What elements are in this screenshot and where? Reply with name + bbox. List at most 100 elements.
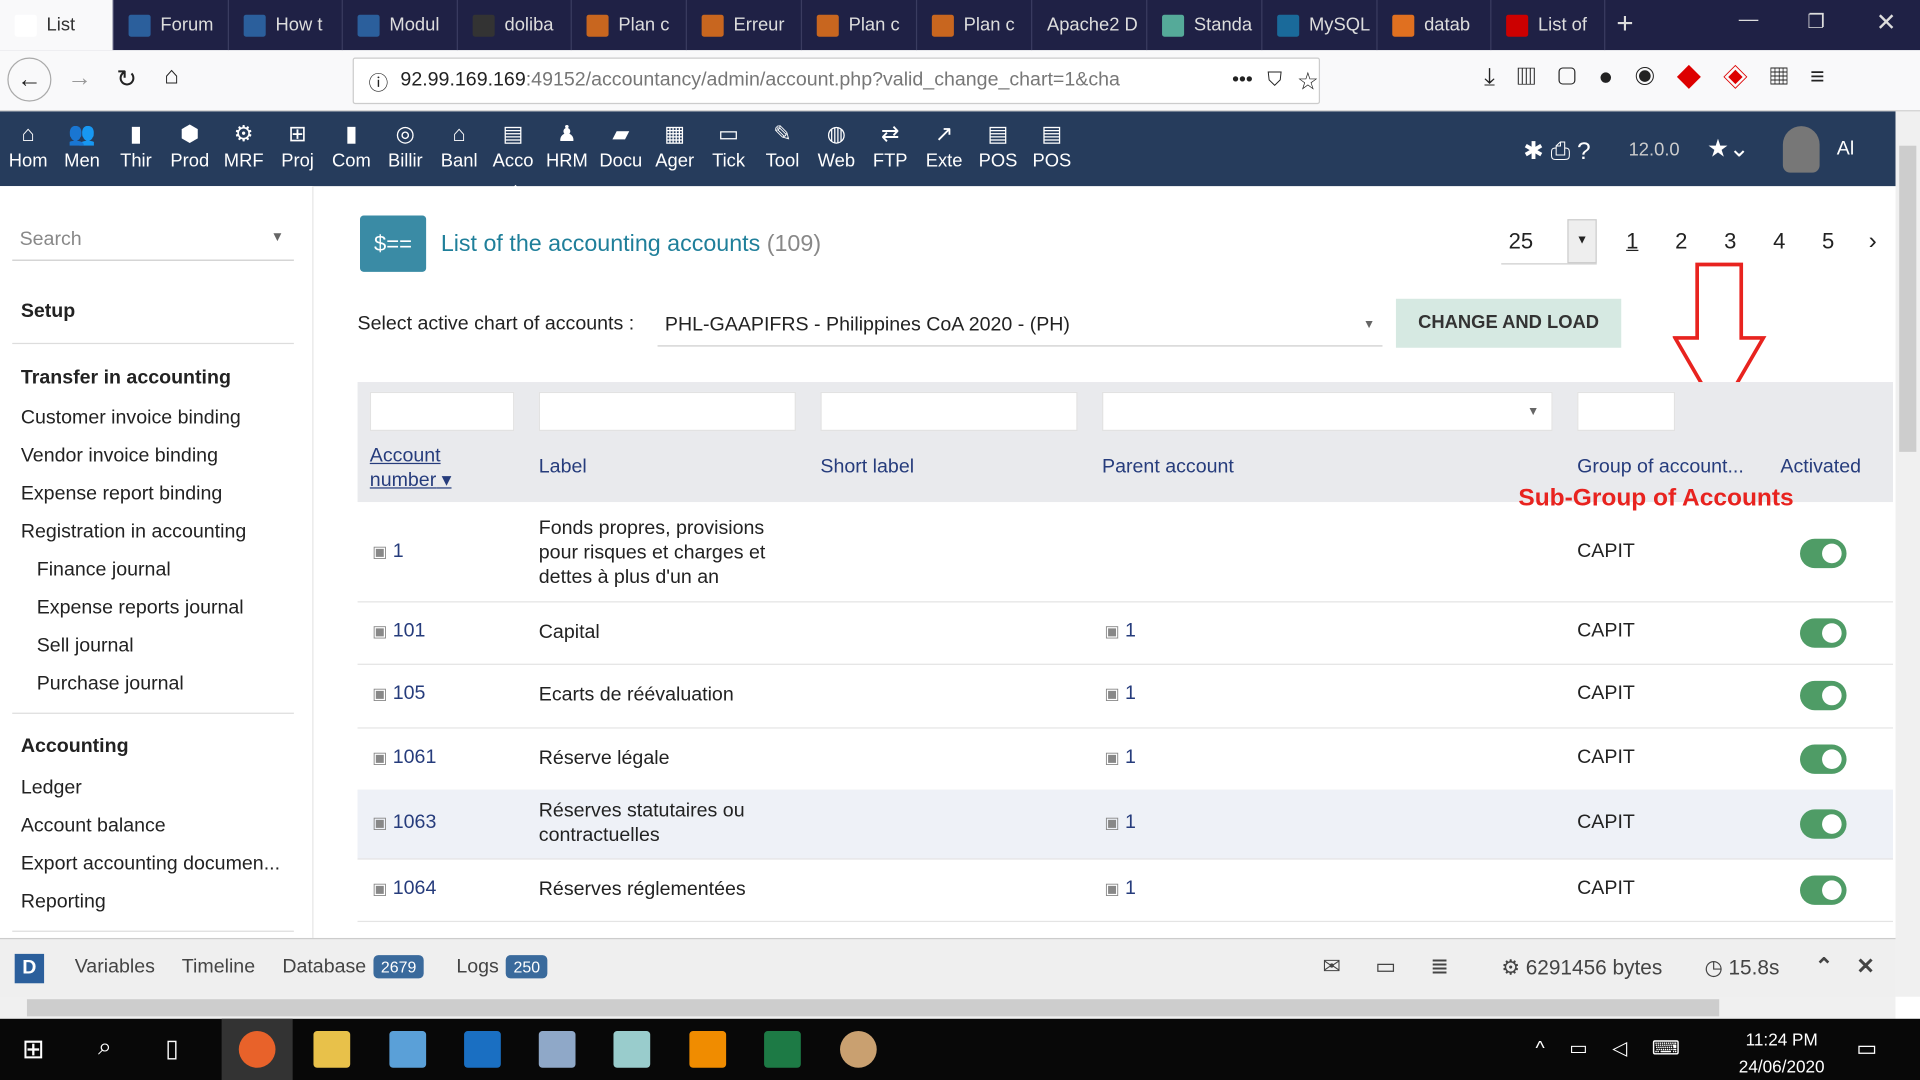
pocket-icon[interactable]: ⛉ <box>1267 70 1282 92</box>
menu-item[interactable]: ⚙MRF <box>217 121 271 171</box>
home-button[interactable]: ⌂ <box>164 62 179 90</box>
page-link[interactable]: 4 <box>1773 229 1785 255</box>
browser-tab[interactable]: Plan c <box>572 0 687 50</box>
column-activated[interactable]: Activated <box>1780 457 1861 479</box>
browser-tab[interactable]: Standa <box>1147 0 1262 50</box>
activated-toggle[interactable] <box>1800 618 1847 647</box>
clock[interactable]: 11:24 PM24/06/2020 <box>1739 1026 1825 1080</box>
sidebar-link[interactable]: Vendor invoice binding <box>21 446 218 468</box>
filter-group[interactable] <box>1577 392 1675 431</box>
browser-tab[interactable]: Plan c <box>802 0 917 50</box>
account-number-link[interactable]: ▣ 1 <box>372 541 403 563</box>
parent-account-link[interactable]: ▣ 1 <box>1104 877 1135 899</box>
parent-account-link[interactable]: ▣ 1 <box>1104 746 1135 768</box>
debug-expand-icon[interactable]: ⌃ <box>1815 954 1833 980</box>
browser-tab[interactable]: List <box>0 0 114 50</box>
browser-tab[interactable]: Modul <box>343 0 458 50</box>
menu-item[interactable]: ▤POS <box>1025 121 1079 171</box>
menu-item[interactable]: ⬢Prod <box>163 121 217 171</box>
remote-desktop-icon[interactable] <box>539 1031 576 1068</box>
browser-tab[interactable]: datab <box>1378 0 1492 50</box>
filter-parent-account[interactable]: ▼ <box>1102 392 1553 431</box>
notepad-icon[interactable] <box>613 1031 650 1068</box>
account-number-link[interactable]: ▣ 1061 <box>372 746 436 768</box>
chevron-down-icon[interactable]: ▼ <box>271 230 284 245</box>
tool-icons[interactable]: ✱ ⎙ ? <box>1523 136 1590 167</box>
menu-item[interactable]: ⌂Hom <box>1 121 55 171</box>
account-number-link[interactable]: ▣ 105 <box>372 683 425 705</box>
menu-item[interactable]: ⇄FTP <box>863 121 917 171</box>
search-input[interactable]: Search ▼ <box>12 220 294 260</box>
menu-item[interactable]: ⊞Proj <box>271 121 325 171</box>
url-bar[interactable]: ⓘ 92.99.169.169:49152/accountancy/admin/… <box>353 58 1320 105</box>
sidebar-link[interactable]: Ledger <box>21 778 82 800</box>
menu-item[interactable]: ▰Docu <box>594 121 648 171</box>
control-panel-icon[interactable] <box>389 1031 426 1068</box>
activated-toggle[interactable] <box>1800 875 1847 904</box>
activated-toggle[interactable] <box>1800 681 1847 710</box>
more-icon[interactable]: ••• <box>1232 70 1253 92</box>
browser-tab[interactable]: doliba <box>458 0 572 50</box>
minimize-button[interactable]: — <box>1739 10 1759 32</box>
sidebar-journal-link[interactable]: Finance journal <box>37 560 171 582</box>
debug-variables[interactable]: Variables <box>75 956 155 977</box>
change-and-load-button[interactable]: CHANGE AND LOAD <box>1396 299 1621 348</box>
menu-item[interactable]: ↗Exte <box>917 121 971 171</box>
account-number-link[interactable]: ▣ 1064 <box>372 877 436 899</box>
page-link[interactable]: 1 <box>1626 229 1638 255</box>
sidebar-journal-link[interactable]: Expense reports journal <box>37 598 244 620</box>
activated-toggle[interactable] <box>1800 744 1847 773</box>
user-menu[interactable]: Al <box>1837 138 1854 160</box>
activated-toggle[interactable] <box>1800 809 1847 838</box>
firefox-icon[interactable] <box>239 1031 276 1068</box>
menu-item[interactable]: ▤POS <box>971 121 1025 171</box>
restore-button[interactable]: ❐ <box>1807 10 1825 34</box>
sidebar-link[interactable]: Export accounting documen... <box>21 853 280 875</box>
bookmarks-icon[interactable]: ★⌄ <box>1707 133 1749 164</box>
page-size-select[interactable]: 25 ▼ <box>1501 219 1597 264</box>
activated-toggle[interactable] <box>1800 538 1847 567</box>
browser-tab[interactable]: Apache2 D <box>1032 0 1147 50</box>
filter-account-number[interactable] <box>370 392 514 431</box>
menu-item[interactable]: ▮Thir <box>109 121 163 171</box>
column-short-label[interactable]: Short label <box>820 457 914 479</box>
vertical-scrollbar[interactable] <box>1896 111 1920 996</box>
menu-item[interactable]: ▭Tick <box>702 121 756 171</box>
menu-item[interactable]: ▮Com <box>324 121 378 171</box>
page-link[interactable]: 3 <box>1724 229 1736 255</box>
browser-tab[interactable]: Forum <box>114 0 229 50</box>
filter-label[interactable] <box>539 392 796 431</box>
task-view-icon[interactable]: ▯ <box>165 1033 178 1064</box>
account-number-link[interactable]: ▣ 1063 <box>372 812 436 834</box>
column-group[interactable]: Group of account... <box>1577 457 1744 479</box>
parent-account-link[interactable]: ▣ 1 <box>1104 683 1135 705</box>
file-explorer-icon[interactable] <box>313 1031 350 1068</box>
account-number-link[interactable]: ▣ 101 <box>372 620 425 642</box>
column-label[interactable]: Label <box>539 457 587 479</box>
menu-item[interactable]: 👥Men <box>55 121 109 171</box>
dolibarr-logo[interactable]: D <box>15 954 44 983</box>
sidebar-setup[interactable]: Setup <box>21 301 75 323</box>
menu-item[interactable]: ◍Web <box>809 121 863 171</box>
menu-item[interactable]: ♟HRM <box>540 121 594 171</box>
sidebar-transfer[interactable]: Transfer in accounting <box>21 367 231 389</box>
notifications-icon[interactable]: ▭ <box>1856 1036 1877 1062</box>
sidebar-journal-link[interactable]: Purchase journal <box>37 673 184 695</box>
close-window-button[interactable]: ✕ <box>1876 7 1897 38</box>
menu-item[interactable]: ⌂Banl <box>432 121 486 171</box>
system-tray-icons[interactable]: ^▭◁⌨ <box>1536 1036 1705 1060</box>
browser-tab[interactable]: Plan c <box>917 0 1032 50</box>
browser-tab[interactable]: Erreur <box>687 0 802 50</box>
avatar[interactable] <box>1783 126 1820 173</box>
debug-database[interactable]: Database2679 <box>282 956 423 977</box>
sidebar-link[interactable]: Customer invoice binding <box>21 408 241 430</box>
sidebar-link[interactable]: Registration in accounting <box>21 522 246 544</box>
browser-extension-icons[interactable]: ⤓▥▢●◉◆◈▦≡ <box>1484 64 1847 92</box>
browser-tab[interactable]: How t <box>229 0 343 50</box>
filter-short-label[interactable] <box>820 392 1077 431</box>
page-link[interactable]: 2 <box>1675 229 1687 255</box>
menu-item[interactable]: ◎Billir <box>378 121 432 171</box>
chart-select[interactable]: PHL-GAAPIFRS - Philippines CoA 2020 - (P… <box>658 304 1383 347</box>
forward-button[interactable]: → <box>67 65 91 93</box>
browser-tab[interactable]: MySQL <box>1262 0 1377 50</box>
